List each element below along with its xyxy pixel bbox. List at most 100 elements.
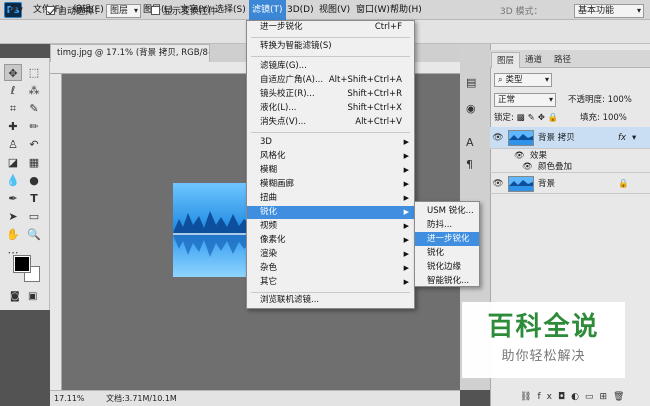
workspace-value: 基本功能 xyxy=(574,4,644,18)
filter-menu-submenu-item[interactable]: 3D ▶ xyxy=(247,136,414,149)
foreground-color-swatch[interactable] xyxy=(13,255,31,273)
menu-separator xyxy=(251,292,410,293)
filter-menu-submenu-item[interactable]: 像素化 ▶ xyxy=(247,234,414,247)
new-layer-icon[interactable]: ⊞ xyxy=(599,392,613,402)
filter-menu-submenu-item[interactable]: 锐化 ▶ xyxy=(247,206,414,219)
show-transform-option[interactable]: 显示变换控件 xyxy=(151,5,217,19)
paragraph-panel-icon[interactable]: ¶ xyxy=(466,158,473,171)
auto-select-checkbox[interactable] xyxy=(46,6,55,15)
auto-select-option[interactable]: 自动选择： xyxy=(46,5,103,19)
menu-item-label: 滤镜库(G)... xyxy=(260,61,307,71)
folder-icon[interactable]: ▭ xyxy=(585,392,600,402)
move-tool-icon[interactable]: ✥ xyxy=(4,64,22,81)
screen-mode-icon[interactable]: ▣ xyxy=(28,291,37,302)
layer-kind-filter[interactable]: ⌕ 类型 xyxy=(494,73,552,87)
dodge-tool-icon[interactable]: ● xyxy=(25,172,43,189)
menu-10[interactable]: 帮助(H) xyxy=(387,0,425,20)
blur-tool-icon[interactable]: 💧 xyxy=(4,172,22,189)
eye-icon[interactable]: 👁 xyxy=(492,127,504,149)
adjustment-icon[interactable]: ◐ xyxy=(571,392,585,402)
tool-grid: ✥ ⬚ ℓ ⁂ ⌗ ✎ ✚ ✏ ♙ ↶ ◪ ▦ 💧 ● ✒ T ➤ ▭ ✋ 🔍 … xyxy=(4,64,46,261)
submenu-arrow-icon: ▶ xyxy=(403,166,409,174)
eye-icon[interactable]: 👁 xyxy=(492,173,504,195)
filter-menu-submenu-item[interactable]: 其它 ▶ xyxy=(247,276,414,289)
filter-menu-submenu-item[interactable]: 模糊画廊 ▶ xyxy=(247,178,414,191)
pen-tool-icon[interactable]: ✒ xyxy=(4,190,22,207)
sharpen-menu-item[interactable]: USM 锐化... xyxy=(415,204,479,218)
path-select-tool-icon[interactable]: ➤ xyxy=(4,208,22,225)
blend-mode-dropdown[interactable]: 正常 xyxy=(494,93,556,107)
lock-icons[interactable]: ▩✎✥🔒 xyxy=(517,113,562,123)
filter-menu-last-filter[interactable]: 进一步锐化 Ctrl+F xyxy=(247,21,414,34)
panel-tab-0[interactable]: 图层 xyxy=(491,52,521,68)
brush-tool-icon[interactable]: ✏ xyxy=(25,118,43,135)
filter-menu-gallery-item[interactable]: 自适应广角(A)... Alt+Shift+Ctrl+A xyxy=(247,74,414,87)
lasso-tool-icon[interactable]: ℓ xyxy=(4,82,22,99)
panel-tab-1[interactable]: 通道 xyxy=(520,52,547,68)
opacity-label: 不透明度: xyxy=(568,95,605,105)
show-transform-checkbox[interactable] xyxy=(151,6,160,15)
menu-item-label: 3D xyxy=(260,137,272,147)
menu-5[interactable]: 选择(S) xyxy=(212,0,249,20)
filter-menu-convert-smart[interactable]: 转换为智能滤镜(S) xyxy=(247,40,414,53)
type-tool-icon[interactable]: T xyxy=(25,190,43,207)
character-panel-icon[interactable]: A xyxy=(466,136,474,149)
panel-tab-2[interactable]: 路径 xyxy=(549,52,576,68)
rectangle-tool-icon[interactable]: ▭ xyxy=(25,208,43,225)
hand-tool-icon[interactable]: ✋ xyxy=(4,226,22,243)
auto-select-target-dropdown[interactable]: 图层 xyxy=(106,4,142,18)
layer-row[interactable]: 👁 背景 🔒 xyxy=(490,172,650,194)
sharpen-menu-item[interactable]: 防抖... xyxy=(415,218,479,232)
browse-online-filters-item[interactable]: 浏览联机滤镜... xyxy=(247,294,414,307)
fill-value[interactable]: 100% xyxy=(603,113,627,123)
menu-6[interactable]: 滤镜(T) xyxy=(249,0,286,20)
eyedropper-tool-icon[interactable]: ✎ xyxy=(25,100,43,117)
filter-menu-submenu-item[interactable]: 视频 ▶ xyxy=(247,220,414,233)
layer-row[interactable]: 👁 背景 拷贝 fx ▾ xyxy=(490,127,650,149)
menu-7[interactable]: 3D(D) xyxy=(284,0,317,20)
fx-icon[interactable]: fx xyxy=(537,392,558,402)
eraser-tool-icon[interactable]: ◪ xyxy=(4,154,22,171)
filter-menu-gallery-item[interactable]: 消失点(V)... Alt+Ctrl+V xyxy=(247,116,414,129)
marquee-tool-icon[interactable]: ⬚ xyxy=(25,64,43,81)
clone-stamp-tool-icon[interactable]: ♙ xyxy=(4,136,22,153)
filter-menu-gallery-item[interactable]: 液化(L)... Shift+Ctrl+X xyxy=(247,102,414,115)
history-panel-icon[interactable]: ▤ xyxy=(466,76,476,89)
fill-control[interactable]: 填充: 100% xyxy=(580,111,627,125)
quick-mask-icon[interactable]: ◙ xyxy=(10,291,20,302)
filter-menu-submenu-item[interactable]: 风格化 ▶ xyxy=(247,150,414,163)
menu-8[interactable]: 视图(V) xyxy=(316,0,353,20)
fx-badge[interactable]: fx xyxy=(618,127,626,149)
opacity-value[interactable]: 100% xyxy=(608,95,632,105)
gradient-tool-icon[interactable]: ▦ xyxy=(25,154,43,171)
filter-menu-submenu-item[interactable]: 模糊 ▶ xyxy=(247,164,414,177)
sharpen-menu-item[interactable]: 进一步锐化 xyxy=(415,232,479,246)
filter-menu-gallery-item[interactable]: 镜头校正(R)... Shift+Ctrl+R xyxy=(247,88,414,101)
menu-item-label: 模糊画廊 xyxy=(260,179,295,189)
sharpen-menu-item[interactable]: 智能锐化... xyxy=(415,274,479,288)
menu-item-label: 渲染 xyxy=(260,249,278,259)
move-tool-icon[interactable]: ✥▾ xyxy=(8,3,23,17)
filter-menu-submenu-item[interactable]: 扭曲 ▶ xyxy=(247,192,414,205)
sharpen-menu-item[interactable]: 锐化边缘 xyxy=(415,260,479,274)
document-tab[interactable]: timg.jpg @ 17.1% (背景 拷贝, RGB/8#) * xyxy=(50,44,210,62)
properties-panel-icon[interactable]: ◉ xyxy=(466,102,476,115)
filter-menu-submenu-item[interactable]: 杂色 ▶ xyxy=(247,262,414,275)
filter-menu-submenu-item[interactable]: 渲染 ▶ xyxy=(247,248,414,261)
menu-item-label: 视频 xyxy=(260,221,278,231)
history-brush-tool-icon[interactable]: ↶ xyxy=(25,136,43,153)
healing-brush-tool-icon[interactable]: ✚ xyxy=(4,118,22,135)
workspace-dropdown[interactable]: 基本功能 xyxy=(574,4,644,18)
opacity-control[interactable]: 不透明度: 100% xyxy=(568,93,632,107)
filter-menu-gallery-item[interactable]: 滤镜库(G)... xyxy=(247,60,414,73)
zoom-level[interactable]: 17.11% xyxy=(54,391,85,406)
trash-icon[interactable]: 🗑 xyxy=(613,392,630,402)
sharpen-menu-item[interactable]: 锐化 xyxy=(415,246,479,260)
link-icon[interactable]: ⛓ xyxy=(520,392,537,402)
crop-tool-icon[interactable]: ⌗ xyxy=(4,100,22,117)
zoom-tool-icon[interactable]: 🔍 xyxy=(25,226,43,243)
collapse-arrow-icon[interactable]: ▾ xyxy=(632,127,636,149)
quick-select-tool-icon[interactable]: ⁂ xyxy=(25,82,43,99)
mask-icon[interactable]: ◘ xyxy=(558,392,571,402)
menu-item-label: 消失点(V)... xyxy=(260,117,307,127)
